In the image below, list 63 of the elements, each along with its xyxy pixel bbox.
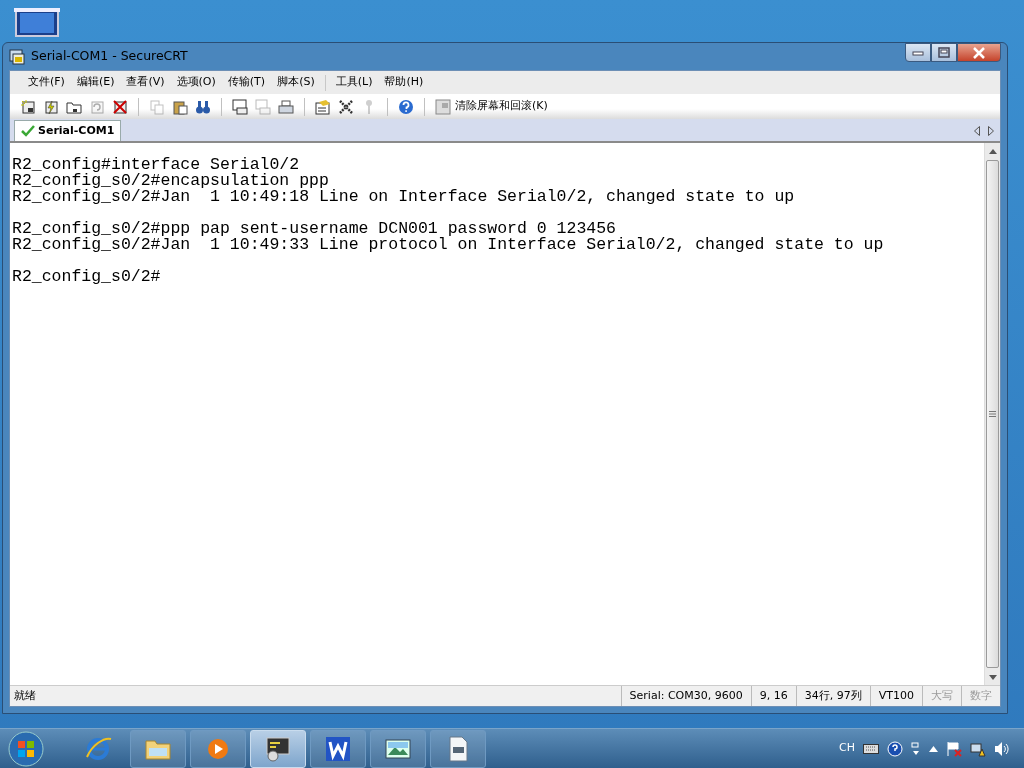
terminal-line: R2_config_s0/2#Jan 1 10:49:18 Line on Interface Serial0/2, changed state to up: [12, 189, 795, 205]
clear-screen-button[interactable]: 清除屏幕和回滚(K): [433, 98, 550, 115]
check-icon: [21, 125, 35, 137]
minimize-button[interactable]: [905, 43, 931, 62]
tab-left-icon[interactable]: [974, 126, 980, 136]
taskbar-app[interactable]: [370, 729, 426, 768]
close-button[interactable]: [957, 43, 1001, 62]
terminal-line: R2_config#interface Serial0/2: [12, 157, 300, 173]
tab-right-icon[interactable]: [988, 126, 994, 136]
app-icon: [9, 48, 25, 65]
show-hidden-icons[interactable]: [929, 745, 938, 752]
binoculars-icon[interactable]: [195, 98, 211, 115]
keyboard-icon[interactable]: [863, 743, 879, 754]
connect-icon[interactable]: [20, 98, 36, 115]
menu-item[interactable]: 查看(V): [120, 74, 171, 91]
paste-icon[interactable]: [172, 98, 188, 115]
help-icon[interactable]: [398, 98, 414, 115]
menu-item[interactable]: 文件(F): [22, 74, 71, 91]
menu-item[interactable]: 帮助(H): [378, 74, 430, 91]
lightning-icon[interactable]: [43, 98, 59, 115]
terminal-line: R2_config_s0/2#: [12, 269, 161, 285]
disconnect-icon[interactable]: [112, 98, 128, 115]
scroll-down-icon[interactable]: [988, 674, 997, 680]
computer-icon[interactable]: [14, 8, 60, 40]
scroll-up-icon[interactable]: [988, 148, 997, 154]
window-title: Serial-COM1 - SecureCRT: [31, 47, 188, 66]
status-indicator: 数字: [961, 686, 1000, 706]
minimize-icon: [912, 49, 924, 56]
maximize-icon: [938, 47, 950, 58]
document-letter-icon: [324, 734, 352, 763]
clear-screen-icon: [435, 98, 451, 115]
window-switch-icon[interactable]: [911, 741, 921, 756]
network-icon[interactable]: [970, 740, 986, 757]
start-button[interactable]: [6, 728, 46, 768]
terminal-line: R2_config_s0/2#encapsulation ppp: [12, 173, 329, 189]
help-icon[interactable]: [887, 740, 903, 757]
volume-icon[interactable]: [994, 740, 1010, 757]
menu-item[interactable]: 选项(O): [170, 74, 222, 91]
terminal-icon: [264, 734, 292, 763]
scroll-thumb[interactable]: [986, 160, 999, 668]
properties-icon[interactable]: [315, 98, 331, 115]
language-indicator[interactable]: CH: [839, 740, 855, 757]
print-screen-icon[interactable]: [232, 98, 248, 115]
terminal-line: R2_config_s0/2#ppp pap sent-username DCN001 password 0 123456: [12, 221, 616, 237]
session-tab[interactable]: Serial-COM1: [14, 120, 122, 141]
maximize-button[interactable]: [931, 43, 957, 62]
printer-icon[interactable]: [278, 98, 294, 115]
flag-icon[interactable]: [946, 740, 962, 757]
status-pane: 9, 16: [750, 686, 796, 706]
menu-item[interactable]: 工具(L): [329, 74, 379, 91]
status-pane: 34行, 97列: [795, 686, 870, 706]
menu-item[interactable]: 传输(T): [221, 74, 272, 91]
status-message: 就绪: [13, 687, 36, 704]
taskbar-app[interactable]: [430, 729, 486, 768]
status-pane: Serial: COM30, 9600: [620, 686, 751, 706]
menu-item[interactable]: 脚本(S): [271, 74, 321, 91]
taskbar-app[interactable]: [310, 729, 366, 768]
close-icon: [972, 46, 986, 59]
status-indicator: 大写: [922, 686, 961, 706]
vertical-scrollbar[interactable]: [984, 143, 1000, 685]
terminal-line: R2_config_s0/2#Jan 1 10:49:33 Line protocol on Interface Serial0/2, changed state to up: [12, 237, 884, 253]
menu-item[interactable]: 编辑(E): [70, 74, 121, 91]
status-pane: VT100: [869, 686, 922, 706]
